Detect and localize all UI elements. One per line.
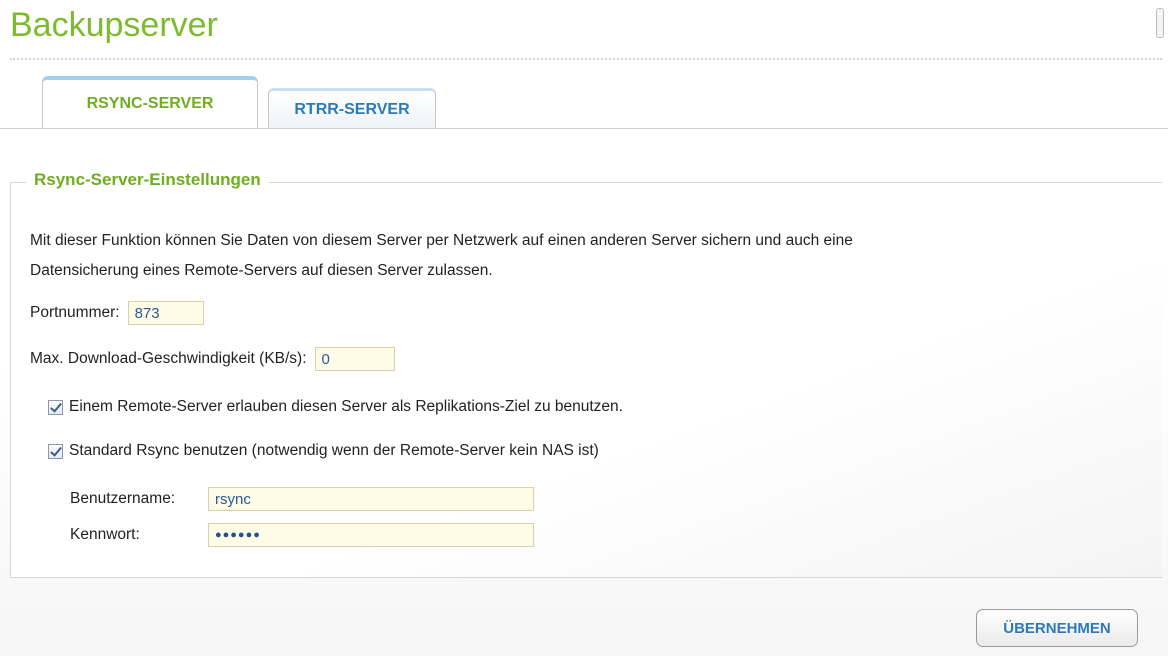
password-input[interactable]: ●●●●●● — [208, 523, 534, 547]
page-title: Backupserver — [10, 6, 218, 44]
port-label: Portnummer: — [30, 304, 120, 321]
port-input[interactable]: 873 — [127, 301, 204, 325]
tab-rtrr-server[interactable]: RTRR-SERVER — [268, 88, 436, 128]
username-label: Benutzername: — [70, 490, 176, 507]
allow-remote-row: Einem Remote-Server erlauben diesen Serv… — [48, 396, 623, 418]
max-download-label: Max. Download-Geschwindigkeit (KB/s): — [30, 350, 307, 367]
username-input[interactable]: rsync — [208, 487, 534, 511]
allow-remote-label: Einem Remote-Server erlauben diesen Serv… — [69, 398, 623, 415]
standard-rsync-checkbox[interactable] — [48, 443, 63, 459]
username-row: Benutzername: rsync — [70, 486, 534, 512]
apply-button[interactable]: ÜBERNEHMEN — [976, 609, 1138, 647]
section-description: Mit dieser Funktion können Sie Daten von… — [30, 226, 1130, 286]
tab-bar: RSYNC-SERVER RTRR-SERVER — [0, 76, 1168, 129]
password-row: Kennwort: ●●●●●● — [70, 522, 534, 548]
allow-remote-checkbox[interactable] — [48, 399, 63, 415]
tab-rsync-server[interactable]: RSYNC-SERVER — [42, 76, 258, 128]
max-download-input[interactable]: 0 — [314, 347, 395, 371]
password-label: Kennwort: — [70, 526, 140, 543]
standard-rsync-label: Standard Rsync benutzen (notwendig wenn … — [69, 442, 599, 459]
section-legend: Rsync-Server-Einstellungen — [26, 170, 269, 190]
max-download-row: Max. Download-Geschwindigkeit (KB/s): 0 — [30, 346, 395, 372]
backupserver-page: Backupserver RSYNC-SERVER RTRR-SERVER Rs… — [0, 0, 1168, 656]
port-row: Portnummer: 873 — [30, 300, 204, 326]
description-line-2: Datensicherung eines Remote-Servers auf … — [30, 262, 493, 279]
standard-rsync-row: Standard Rsync benutzen (notwendig wenn … — [48, 440, 599, 462]
scrollbar[interactable] — [1156, 8, 1164, 38]
description-line-1: Mit dieser Funktion können Sie Daten von… — [30, 232, 853, 249]
title-divider — [10, 58, 1162, 60]
